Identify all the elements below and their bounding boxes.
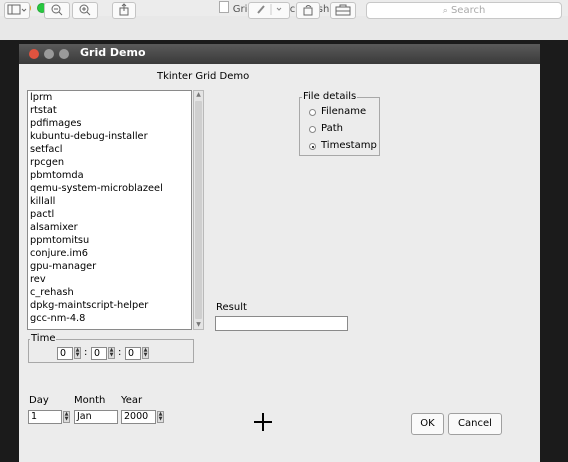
command-listbox[interactable]: lprm rtstat pdfimages kubuntu-debug-install…	[27, 90, 192, 330]
day-field[interactable]: 1	[28, 410, 62, 424]
list-item[interactable]: setfacl	[28, 143, 191, 156]
rotate-button[interactable]	[296, 2, 320, 19]
time-separator-2: :	[118, 347, 122, 358]
day-spinner-icon[interactable]: ▲ ▼	[63, 411, 70, 423]
list-item[interactable]: dpkg-maintscript-helper	[28, 299, 191, 312]
list-item[interactable]: rtstat	[28, 104, 191, 117]
share-icon	[119, 3, 129, 16]
year-field[interactable]: 2000	[121, 410, 156, 424]
toolbox-icon	[335, 4, 351, 16]
toolbox-button[interactable]	[330, 2, 356, 19]
month-label: Month	[74, 395, 106, 406]
list-item[interactable]: ppmtomitsu	[28, 234, 191, 247]
time-label: Time	[30, 333, 57, 344]
radio-timestamp-label[interactable]: Timestamp	[321, 140, 377, 151]
sidebar-toggle-button[interactable]	[4, 2, 30, 19]
list-item[interactable]: killall	[28, 195, 191, 208]
share-button[interactable]	[112, 2, 136, 19]
day-label: Day	[29, 395, 49, 406]
minutes-field[interactable]: 0	[91, 347, 107, 360]
markup-button[interactable]	[248, 2, 290, 19]
search-field[interactable]: ⌕ Search	[366, 2, 562, 19]
month-field[interactable]: Jan	[74, 410, 118, 424]
radio-filename-label[interactable]: Filename	[321, 106, 366, 117]
crosshair-cursor-vertical	[262, 413, 264, 431]
scroll-up-icon[interactable]: ▲	[194, 91, 203, 98]
ok-button[interactable]: OK	[411, 413, 444, 435]
hours-field[interactable]: 0	[57, 347, 73, 360]
zoom-out-button[interactable]	[44, 2, 70, 19]
radio-path[interactable]	[309, 126, 316, 133]
seconds-spinner-icon[interactable]: ▲ ▼	[142, 347, 149, 359]
radio-timestamp[interactable]	[309, 143, 316, 150]
tk-maximize-button[interactable]	[59, 49, 69, 59]
scroll-down-icon[interactable]: ▼	[194, 321, 203, 328]
minutes-spinner-icon[interactable]: ▲ ▼	[108, 347, 115, 359]
time-separator-1: :	[84, 347, 88, 358]
search-icon: ⌕	[442, 6, 448, 16]
cancel-button[interactable]: Cancel	[448, 413, 502, 435]
list-item[interactable]: kubuntu-debug-installer	[28, 130, 191, 143]
file-details-title: File details	[302, 91, 358, 102]
list-item[interactable]: pactl	[28, 208, 191, 221]
year-spinner-icon[interactable]: ▲ ▼	[157, 411, 164, 423]
page-heading: Tkinter Grid Demo	[157, 71, 250, 82]
document-icon	[218, 1, 229, 13]
list-item[interactable]: gpu-manager	[28, 260, 191, 273]
scrollbar-thumb[interactable]	[195, 101, 202, 319]
radio-path-label[interactable]: Path	[321, 123, 343, 134]
list-item[interactable]: pdfimages	[28, 117, 191, 130]
list-item[interactable]: c_rehash	[28, 286, 191, 299]
list-item[interactable]: alsamixer	[28, 221, 191, 234]
tk-window-title: Grid Demo	[80, 46, 146, 59]
sidebar-icon	[7, 4, 27, 15]
list-item[interactable]: rpcgen	[28, 156, 191, 169]
list-item[interactable]: lprm	[28, 91, 191, 104]
tk-close-button[interactable]	[29, 49, 39, 59]
year-label: Year	[121, 395, 143, 406]
list-item[interactable]: gcc-nm-4.8	[28, 312, 191, 325]
result-label: Result	[216, 302, 247, 313]
tk-minimize-button[interactable]	[44, 49, 54, 59]
rotate-icon	[303, 5, 313, 16]
list-item[interactable]: rev	[28, 273, 191, 286]
zoom-out-icon	[51, 4, 63, 16]
search-placeholder: Search	[450, 5, 486, 16]
list-item[interactable]: conjure.im6	[28, 247, 191, 260]
radio-filename[interactable]	[309, 109, 316, 116]
zoom-in-icon	[79, 4, 91, 16]
pen-icon	[257, 4, 282, 15]
list-item[interactable]: qemu-system-microblazeel	[28, 182, 191, 195]
seconds-field[interactable]: 0	[125, 347, 141, 360]
zoom-in-button[interactable]	[72, 2, 98, 19]
hours-spinner-icon[interactable]: ▲ ▼	[74, 347, 81, 359]
list-item[interactable]: pbmtomda	[28, 169, 191, 182]
result-field[interactable]	[215, 316, 348, 331]
